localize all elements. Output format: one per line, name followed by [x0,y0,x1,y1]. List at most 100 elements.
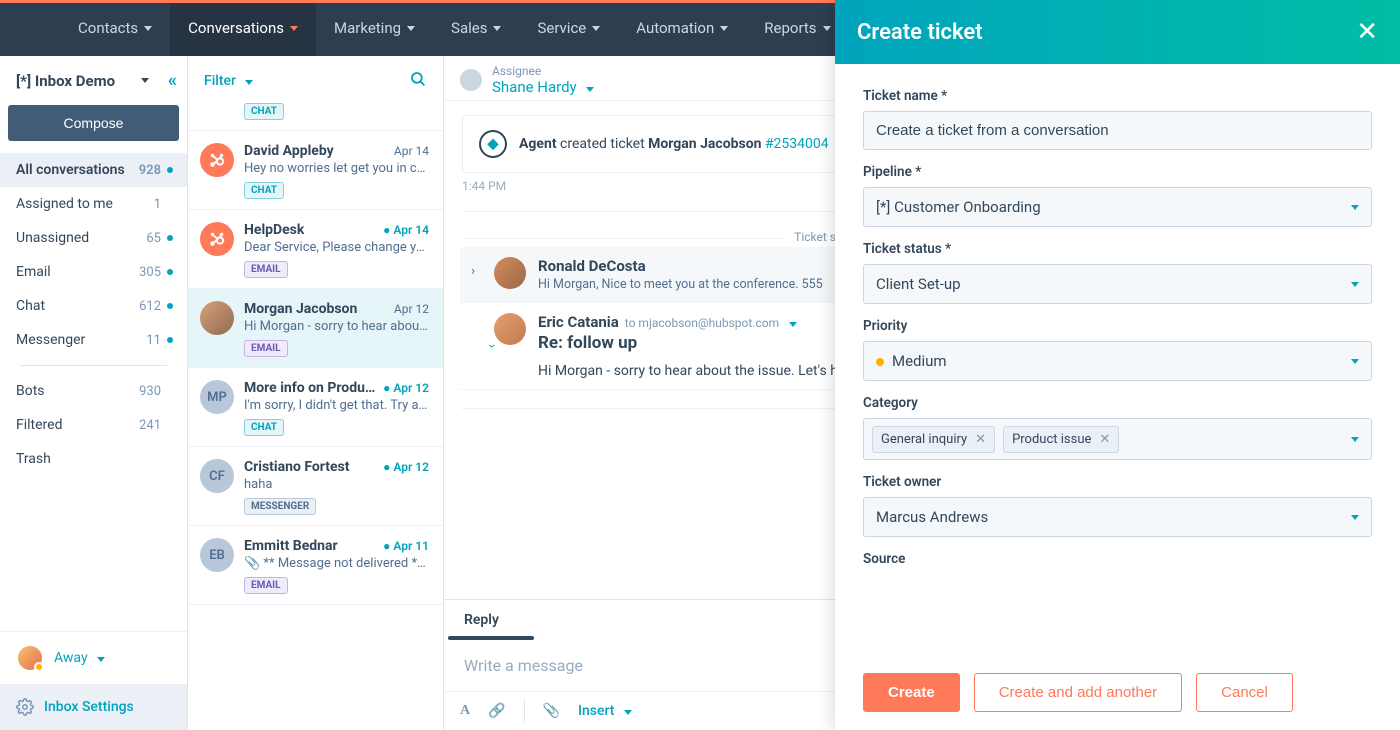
channel-badge: EMAIL [244,340,288,357]
conversation-date: Apr 12 [383,381,429,395]
channel-badge: EMAIL [244,577,288,594]
conversation-name: HelpDesk [244,222,304,238]
conversation-name: Morgan Jacobson [244,301,357,317]
logo[interactable] [0,14,60,42]
nav-reports[interactable]: Reports [746,0,848,56]
cancel-button[interactable]: Cancel [1196,673,1293,712]
category-select[interactable]: General inquiry✕ Product issue✕ [863,418,1372,460]
conversation-preview: I'm sorry, I didn't get that. Try aga… [244,398,429,413]
priority-select[interactable]: Medium [863,341,1372,381]
reply-tab[interactable]: Reply [444,600,519,636]
inbox-settings-link[interactable]: Inbox Settings [0,684,187,730]
conversation-item[interactable]: CF Cristiano Fortest Apr 12 haha MESSENGE… [188,447,443,526]
conversation-date: Apr 12 [383,460,429,474]
conversation-date: Apr 11 [383,539,429,553]
sidebar-item-trash[interactable]: Trash [0,442,187,476]
search-icon[interactable] [409,70,427,92]
message-recipient: to mjacobson@hubspot.com [625,316,779,330]
create-add-another-button[interactable]: Create and add another [974,673,1182,712]
ticket-name-input[interactable] [863,111,1372,150]
conversation-item[interactable]: Morgan Jacobson Apr 12 Hi Morgan - sorry … [188,289,443,368]
inbox-title[interactable]: [*] Inbox Demo [16,72,115,90]
avatar [200,143,234,177]
conversation-name: David Appleby [244,143,334,159]
message-sender: Eric Catania [538,313,619,331]
assignee-dropdown[interactable]: Shane Hardy [492,78,594,96]
avatar: EB [200,538,234,572]
ticket-status-label: Ticket status * [863,241,1372,257]
pipeline-select[interactable]: [*] Customer Onboarding [863,187,1372,227]
panel-title: Create ticket [857,20,983,45]
nav-conversations[interactable]: Conversations [170,0,316,56]
badge-chat: CHAT [244,103,284,120]
filter-dropdown[interactable]: Filter [204,73,253,89]
conversation-list: Filter CHAT David Appleby Apr 14 Hey no w… [188,56,444,730]
assignee-avatar [460,69,482,91]
user-avatar [16,644,44,672]
insert-dropdown[interactable]: Insert [578,703,632,719]
sidebar-item-messenger[interactable]: Messenger11 [0,323,187,357]
gear-icon [16,698,34,716]
assignee-label: Assignee [492,64,594,78]
sidebar-item-bots[interactable]: Bots930 [0,374,187,408]
sidebar-item-filtered[interactable]: Filtered241 [0,408,187,442]
ticket-owner-label: Ticket owner [863,474,1372,490]
conversation-date: Apr 14 [383,223,429,237]
link-icon[interactable]: 🔗 [488,703,505,719]
close-icon[interactable]: ✕ [1356,17,1378,47]
nav-automation[interactable]: Automation [618,0,746,56]
conversation-item[interactable]: MP More info on Produ… Apr 12 I'm sorry, … [188,368,443,447]
sidebar-item-unassigned[interactable]: Unassigned65 [0,221,187,255]
conversation-preview: haha [244,477,429,492]
conversation-date: Apr 12 [394,302,429,316]
source-label: Source [863,551,1372,567]
ticket-link[interactable]: #2534004 [765,136,829,152]
ticket-name-label: Ticket name * [863,88,1372,104]
category-chip: General inquiry✕ [872,426,995,453]
nav-sales[interactable]: Sales [433,0,519,56]
sidebar: [*] Inbox Demo « Compose All conversatio… [0,56,188,730]
compose-button[interactable]: Compose [8,105,179,141]
sidebar-item-all-conversations[interactable]: All conversations928 [0,153,187,187]
remove-chip-icon[interactable]: ✕ [1099,432,1110,447]
chevron-right-icon: › [464,257,482,292]
ticket-icon: ◆ [479,130,507,158]
create-button[interactable]: Create [863,673,960,712]
category-label: Category [863,395,1372,411]
conversation-date: Apr 14 [394,144,429,158]
sidebar-item-email[interactable]: Email305 [0,255,187,289]
presence-toggle[interactable]: Away [0,631,187,684]
pipeline-label: Pipeline * [863,164,1372,180]
priority-label: Priority [863,318,1372,334]
collapse-sidebar-icon[interactable]: « [168,70,177,91]
remove-chip-icon[interactable]: ✕ [975,432,986,447]
avatar: CF [200,459,234,493]
nav-marketing[interactable]: Marketing [316,0,433,56]
category-chip: Product issue✕ [1003,426,1119,453]
conversation-item[interactable]: HelpDeskApr 14 Dear Service, Please chan… [188,210,443,289]
channel-badge: MESSENGER [244,498,316,515]
conversation-item[interactable]: EB Emmitt Bednar Apr 11 📎 ** Message not … [188,526,443,605]
conversation-preview: 📎 ** Message not delivered ** Y… [244,556,429,571]
channel-badge: CHAT [244,182,284,199]
conversation-item[interactable]: David Appleby Apr 14 Hey no worries let g… [188,131,443,210]
conversation-preview: Hi Morgan - sorry to hear about th… [244,319,429,334]
conversation-preview: Hey no worries let get you in cont… [244,161,429,176]
avatar: MP [200,380,234,414]
nav-service[interactable]: Service [519,0,618,56]
font-icon[interactable]: A [460,703,470,719]
avatar [494,257,526,289]
chevron-down-icon: › [444,337,506,355]
sidebar-item-chat[interactable]: Chat612 [0,289,187,323]
channel-badge: CHAT [244,419,284,436]
ticket-status-select[interactable]: Client Set-up [863,264,1372,304]
conversation-name: More info on Produ… [244,380,375,396]
attachment-icon[interactable]: 📎 [543,703,560,719]
ticket-owner-select[interactable]: Marcus Andrews [863,497,1372,537]
nav-contacts[interactable]: Contacts [60,0,170,56]
avatar [200,301,234,335]
conversation-name: Cristiano Fortest [244,459,350,475]
channel-badge: EMAIL [244,261,288,278]
conversation-name: Emmitt Bednar [244,538,338,554]
sidebar-item-assigned-to-me[interactable]: Assigned to me1 [0,187,187,221]
